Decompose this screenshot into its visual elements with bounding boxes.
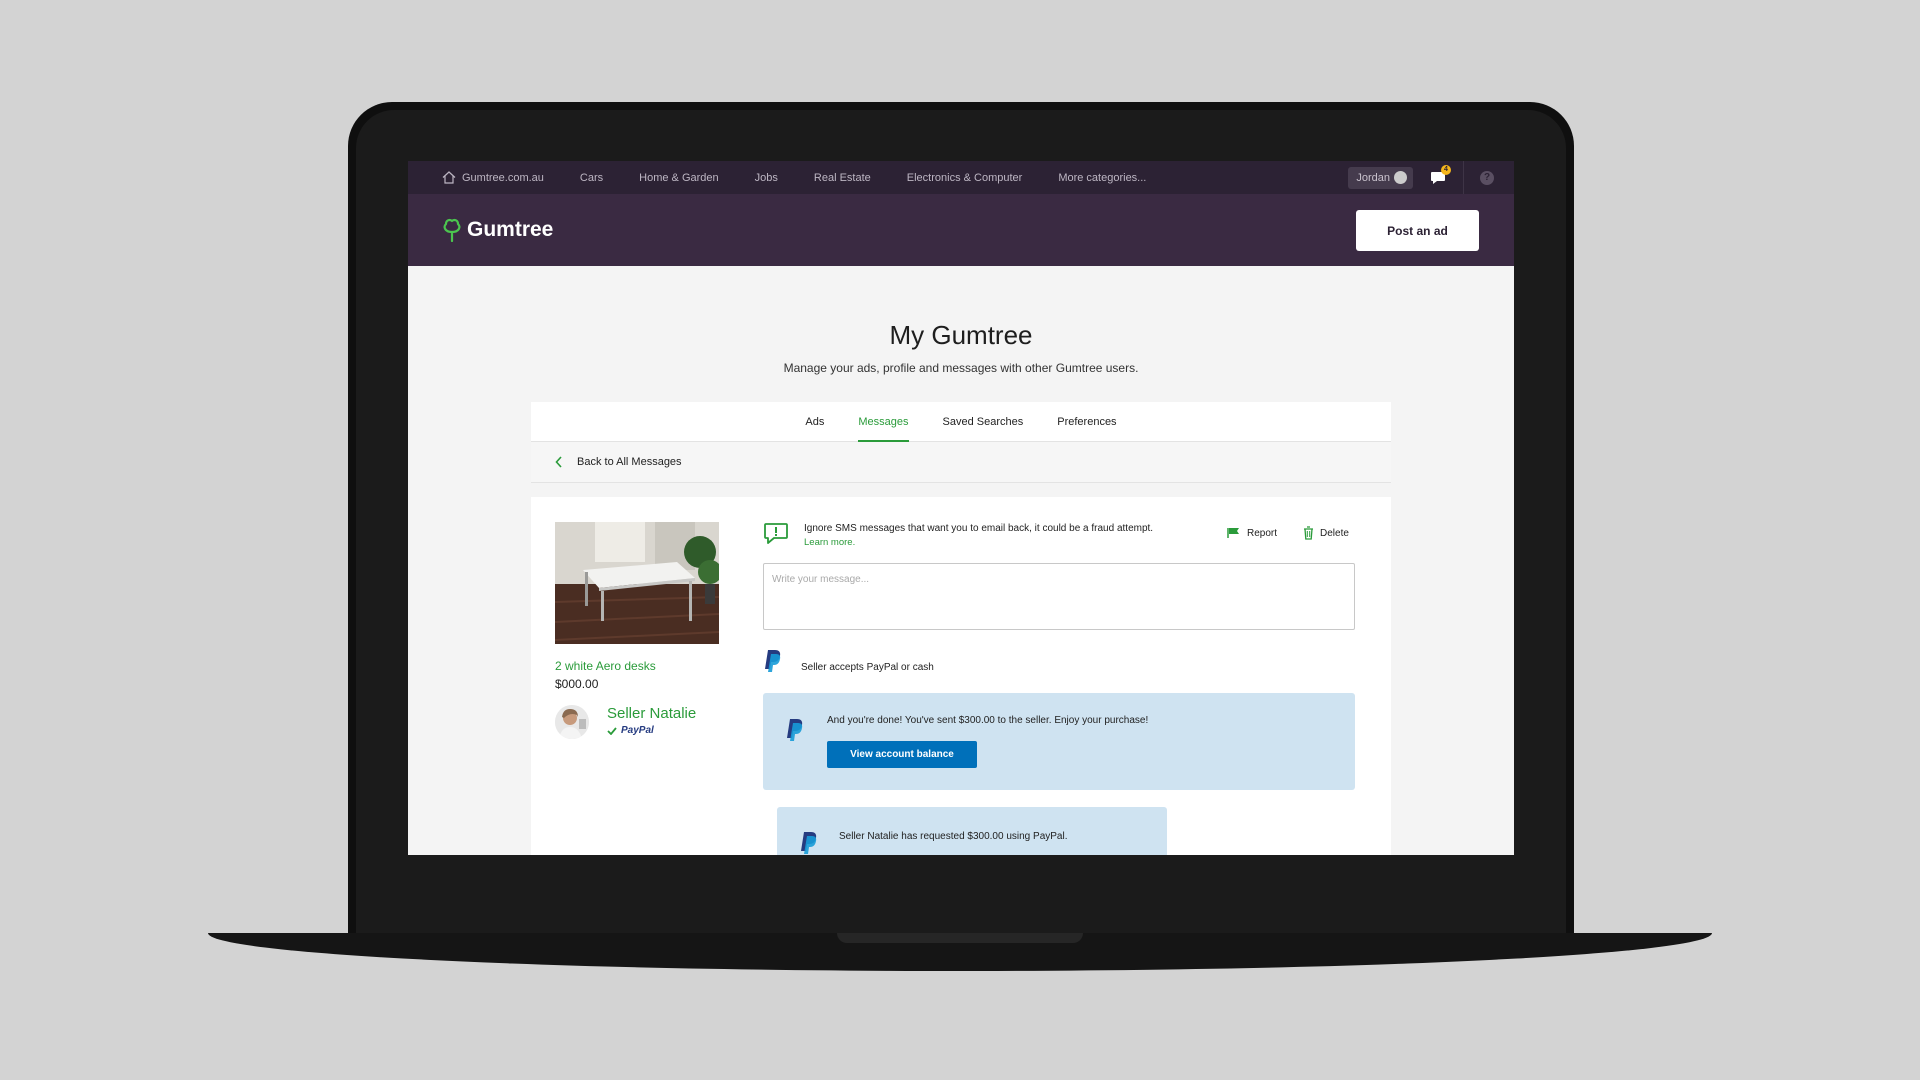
nav-item-more-categories[interactable]: More categories... [1058,172,1146,184]
nav-item-cars[interactable]: Cars [580,172,603,184]
ad-price: $000.00 [555,677,599,691]
back-label: Back to All Messages [577,456,682,468]
paypal-icon [799,831,819,855]
flag-icon [1227,528,1239,538]
conversation-panel: 2 white Aero desks $000.00 Seller Natali… [531,497,1391,855]
back-to-messages-link[interactable]: Back to All Messages [531,442,1391,483]
delete-button[interactable]: Delete [1303,526,1349,540]
fraud-warning-text: Ignore SMS messages that want you to ema… [804,523,1154,534]
page-subtitle: Manage your ads, profile and messages wi… [783,361,1139,375]
paypal-icon [785,718,805,747]
nav-item-label: More categories... [1058,171,1147,184]
paypal-label: PayPal [621,725,654,736]
tree-icon [443,218,461,242]
top-nav-right: Jordan 4 ? [1348,161,1514,194]
paypal-accepted-note: Seller accepts PayPal or cash [801,662,934,673]
message-input[interactable] [763,563,1355,630]
screen: Gumtree.com.au Cars Home & Garden Jobs R… [408,161,1514,855]
nav-item-electronics[interactable]: Electronics & Computer [907,172,1023,184]
payment-request-card: Seller Natalie has requested $300.00 usi… [777,807,1167,855]
tab-ads[interactable]: Ads [805,402,824,441]
top-nav: Gumtree.com.au Cars Home & Garden Jobs R… [408,161,1514,194]
delete-label: Delete [1320,527,1349,539]
payment-sent-card: And you're done! You've sent $300.00 to … [763,693,1355,790]
nav-item-label: Gumtree.com.au [462,171,544,184]
nav-item-label: Cars [579,171,604,184]
seller-paypal-verified: PayPal [607,725,654,736]
seller-avatar [555,705,589,739]
paypal-icon [763,649,783,678]
nav-item-home-garden[interactable]: Home & Garden [639,172,718,184]
report-label: Report [1247,527,1278,539]
help-icon[interactable]: ? [1480,170,1494,185]
tab-bar: Ads Messages Saved Searches Preferences [531,402,1391,442]
page-title: My Gumtree [889,320,1033,350]
payment-sent-text: And you're done! You've sent $300.00 to … [827,715,1149,726]
laptop-notch [837,933,1083,943]
gumtree-logo[interactable]: Gumtree [442,218,553,242]
nav-item-label: Jobs [754,171,778,184]
tab-preferences[interactable]: Preferences [1057,402,1116,441]
messages-button[interactable]: 4 [1427,164,1451,189]
logo-text: Gumtree [467,218,554,241]
nav-item-label: Home & Garden [639,171,719,184]
seller-name[interactable]: Seller Natalie [607,705,696,722]
nav-item-label: Real Estate [813,171,871,184]
nav-item-real-estate[interactable]: Real Estate [814,172,871,184]
view-account-balance-button[interactable]: View account balance [827,741,977,768]
payment-request-text: Seller Natalie has requested $300.00 usi… [839,831,1068,842]
ad-title-link[interactable]: 2 white Aero desks [555,659,656,673]
nav-divider [1463,161,1464,194]
nav-item-label: Electronics & Computer [906,171,1023,184]
report-button[interactable]: Report [1227,527,1277,539]
site-header: Gumtree Post an ad [408,194,1514,266]
seller-photo-image [555,705,589,739]
tab-saved-searches[interactable]: Saved Searches [943,402,1024,441]
chevron-left-icon [555,456,562,468]
home-icon [442,171,456,184]
desk-photo-image [555,522,719,644]
post-an-ad-button[interactable]: Post an ad [1356,210,1479,251]
learn-more-link[interactable]: Learn more. [804,537,855,548]
user-menu-button[interactable]: Jordan [1348,166,1413,189]
trash-icon [1304,526,1313,540]
nav-item-home[interactable]: Gumtree.com.au [442,171,544,184]
user-name: Jordan [1356,171,1390,184]
alert-speech-icon [763,522,789,551]
messages-badge: 4 [1441,164,1451,175]
tab-messages[interactable]: Messages [858,402,909,442]
checkmark-icon [607,726,617,735]
ad-photo[interactable] [555,522,719,644]
nav-item-jobs[interactable]: Jobs [755,172,778,184]
avatar [1394,171,1407,184]
